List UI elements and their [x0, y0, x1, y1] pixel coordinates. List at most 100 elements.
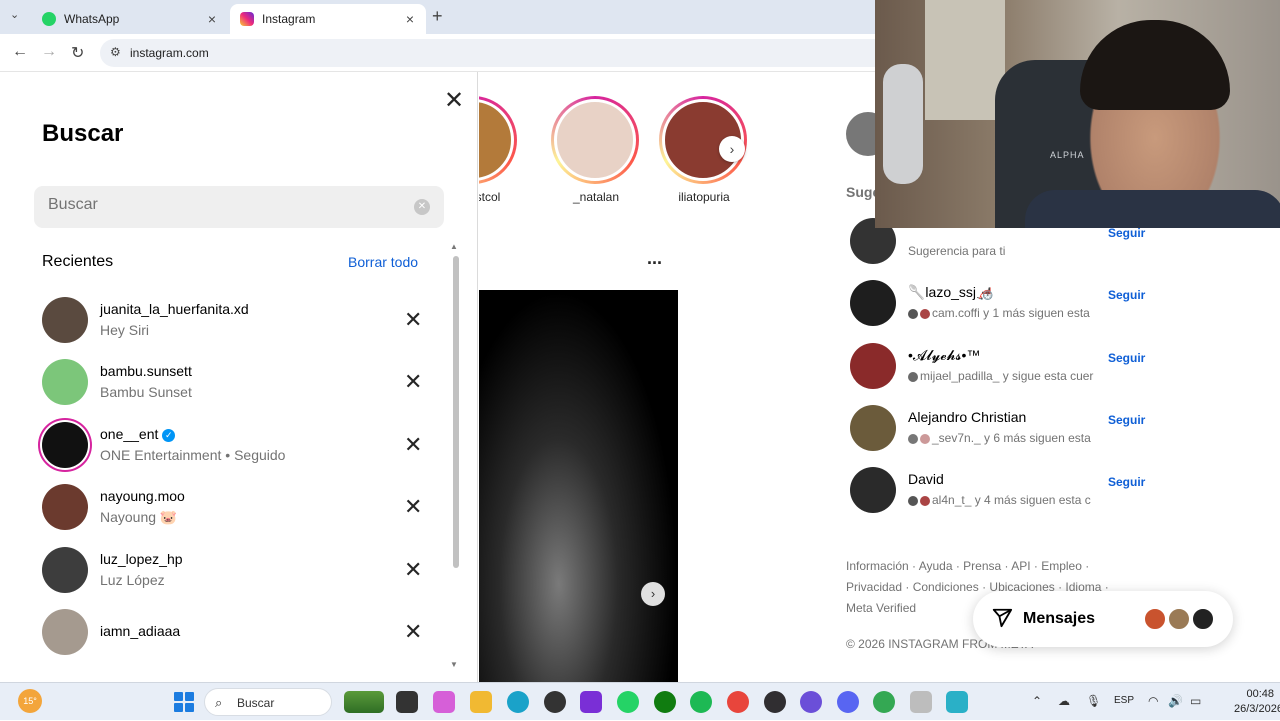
app-icon[interactable] — [910, 691, 932, 713]
more-options-icon[interactable]: ... — [647, 248, 662, 269]
back-icon[interactable]: ← — [12, 43, 28, 61]
spotify-icon[interactable] — [690, 691, 712, 713]
address-bar[interactable]: ⚙ instagram.com — [100, 39, 900, 67]
start-button[interactable] — [174, 692, 194, 712]
avatar[interactable] — [850, 405, 896, 451]
remove-icon[interactable]: ✕ — [404, 369, 422, 395]
remove-icon[interactable]: ✕ — [404, 494, 422, 520]
mutual-avatar — [908, 495, 918, 506]
follow-button[interactable]: Seguir — [1108, 475, 1145, 489]
suggestion-subtitle: mijael_padilla_ y sigue esta cuer — [908, 369, 1096, 383]
follow-button[interactable]: Seguir — [1108, 226, 1145, 240]
avatar — [42, 422, 88, 468]
recent-item[interactable]: iamn_adiaaa ✕ — [42, 609, 432, 655]
clock-time[interactable]: 00:48 — [1234, 688, 1274, 700]
avatar[interactable] — [850, 343, 896, 389]
messages-label: Mensajes — [1023, 610, 1096, 627]
recent-item[interactable]: nayoung.moo Nayoung 🐷 ✕ — [42, 484, 432, 530]
whatsapp-icon[interactable] — [617, 691, 639, 713]
chatgpt-icon[interactable] — [544, 691, 566, 713]
stories-next-icon[interactable]: › — [719, 136, 745, 162]
follow-button[interactable]: Seguir — [1108, 413, 1145, 427]
webcam-window-bg — [925, 0, 1005, 120]
forward-icon[interactable]: → — [41, 43, 57, 61]
cloud-icon[interactable]: ☁ — [1058, 694, 1070, 708]
story-name: iliatopuria — [678, 190, 730, 204]
battery-icon[interactable]: ▭ — [1190, 694, 1201, 708]
search-input[interactable] — [48, 196, 408, 214]
recent-username: one__ent ✓ — [100, 426, 176, 442]
search-box[interactable]: ✕ — [34, 186, 444, 228]
chevron-up-icon[interactable]: ⌃ — [1032, 694, 1042, 708]
reload-icon[interactable]: ↻ — [71, 43, 84, 63]
xbox-icon[interactable] — [654, 691, 676, 713]
recent-subtitle: ONE Entertainment • Seguido — [100, 447, 286, 463]
suggestion-subtitle-text: mijael_padilla_ y sigue esta cuer — [920, 369, 1094, 383]
story-item[interactable]: estcol — [479, 96, 519, 204]
recent-item[interactable]: luz_lopez_hp Luz López ✕ — [42, 547, 432, 593]
mutual-avatar — [908, 371, 918, 382]
app-icon[interactable] — [800, 691, 822, 713]
recent-username: bambu.sunsett — [100, 363, 192, 379]
wifi-icon[interactable]: ◠ — [1148, 694, 1158, 708]
tab-instagram[interactable]: Instagram × — [230, 4, 426, 34]
task-view-icon[interactable] — [396, 691, 418, 713]
avatar — [42, 297, 88, 343]
follow-button[interactable]: Seguir — [1108, 351, 1145, 365]
post-image[interactable] — [479, 290, 678, 682]
scroll-down-arrow-icon[interactable]: ▼ — [450, 660, 458, 669]
avatar — [479, 99, 514, 181]
post-next-icon[interactable]: › — [641, 582, 665, 606]
folder-icon[interactable] — [470, 691, 492, 713]
avatar[interactable] — [850, 280, 896, 326]
remove-icon[interactable]: ✕ — [404, 307, 422, 333]
clear-all-button[interactable]: Borrar todo — [348, 254, 418, 270]
clock-date[interactable]: 26/3/2026 — [1234, 703, 1280, 715]
tab-whatsapp[interactable]: WhatsApp × — [32, 4, 228, 34]
taskbar-search[interactable]: ⌕ Buscar — [204, 688, 332, 716]
weather-icon[interactable]: 15° — [18, 689, 42, 713]
widgets-icon[interactable] — [344, 691, 384, 713]
suggestion-username[interactable]: 🥄lazo_ssj🦽 — [908, 284, 993, 301]
photo-app-icon[interactable] — [580, 691, 602, 713]
tab-search-menu-icon[interactable]: ⌄ — [10, 8, 19, 21]
scrollbar-thumb[interactable] — [453, 256, 459, 568]
chrome-profile-icon[interactable] — [873, 691, 895, 713]
copilot-icon[interactable] — [433, 691, 455, 713]
recent-item[interactable]: bambu.sunsett Bambu Sunset ✕ — [42, 359, 432, 405]
suggestion-username[interactable]: David — [908, 471, 944, 487]
search-panel: Buscar ✕ ✕ Recientes Borrar todo juanita… — [0, 72, 478, 682]
discord-icon[interactable] — [837, 691, 859, 713]
edge-icon[interactable] — [507, 691, 529, 713]
notepad-icon[interactable] — [946, 691, 968, 713]
site-info-icon[interactable]: ⚙ — [110, 45, 121, 59]
clear-search-icon[interactable]: ✕ — [414, 199, 430, 215]
avatar[interactable] — [850, 467, 896, 513]
recent-username: juanita_la_huerfanita.xd — [100, 301, 249, 317]
scroll-up-arrow-icon[interactable]: ▲ — [450, 242, 458, 251]
remove-icon[interactable]: ✕ — [404, 557, 422, 583]
close-tab-icon[interactable]: × — [400, 11, 420, 27]
suggestion-username[interactable]: Alejandro Christian — [908, 409, 1026, 425]
taskbar: 15° ⌕ Buscar ⌃ ☁ 🎙 ESP ◠ 🔊 ▭ 00:48 26/3/… — [0, 682, 1280, 720]
microphone-icon[interactable]: 🎙 — [1086, 694, 1101, 708]
language-indicator[interactable]: ESP — [1114, 695, 1134, 706]
recent-item[interactable]: one__ent ✓ ONE Entertainment • Seguido ✕ — [42, 422, 432, 468]
remove-icon[interactable]: ✕ — [404, 619, 422, 645]
close-tab-icon[interactable]: × — [202, 11, 222, 27]
new-tab-icon[interactable]: + — [432, 6, 443, 27]
follow-button[interactable]: Seguir — [1108, 288, 1145, 302]
recent-subtitle: Hey Siri — [100, 322, 150, 338]
chrome-icon[interactable] — [727, 691, 749, 713]
story-item[interactable]: _natalan — [551, 96, 641, 204]
messages-widget[interactable]: Mensajes — [973, 591, 1233, 647]
close-icon[interactable]: ✕ — [444, 86, 464, 115]
url-text[interactable]: instagram.com — [130, 46, 209, 60]
suggestion-item: 🥄lazo_ssj🦽 cam.coffi y 1 más siguen esta… — [850, 280, 1150, 326]
avatar — [42, 484, 88, 530]
obs-icon[interactable] — [764, 691, 786, 713]
suggestion-username[interactable]: •𝓐𝓵𝔂𝓮𝓱𝓼•™ — [908, 347, 980, 364]
recent-item[interactable]: juanita_la_huerfanita.xd Hey Siri ✕ — [42, 297, 432, 343]
remove-icon[interactable]: ✕ — [404, 432, 422, 458]
volume-icon[interactable]: 🔊 — [1168, 694, 1183, 708]
